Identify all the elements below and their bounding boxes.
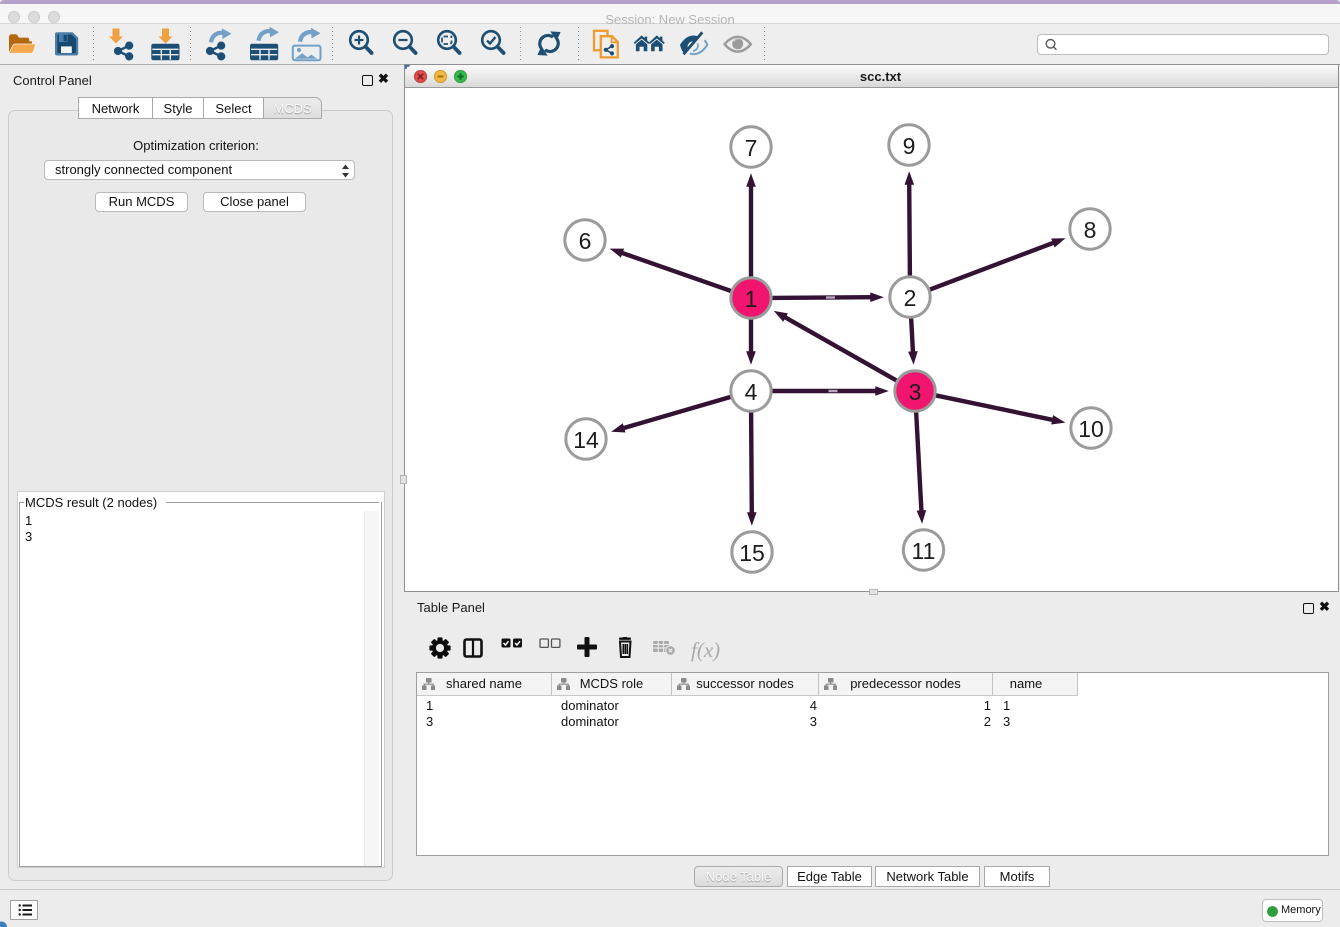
svg-text:8: 8 bbox=[1084, 217, 1097, 243]
svg-text:f(x): f(x) bbox=[691, 640, 720, 662]
svg-text:6: 6 bbox=[579, 228, 592, 254]
svg-text:3: 3 bbox=[909, 379, 922, 405]
svg-text:2: 2 bbox=[904, 285, 917, 311]
svg-text:11: 11 bbox=[912, 538, 936, 564]
svg-text:4: 4 bbox=[745, 379, 758, 405]
svg-text:9: 9 bbox=[903, 133, 916, 159]
svg-text:10: 10 bbox=[1078, 416, 1104, 442]
svg-text:7: 7 bbox=[745, 135, 758, 161]
svg-text:14: 14 bbox=[573, 427, 599, 453]
svg-text:15: 15 bbox=[739, 540, 765, 566]
svg-text:1: 1 bbox=[745, 286, 758, 312]
